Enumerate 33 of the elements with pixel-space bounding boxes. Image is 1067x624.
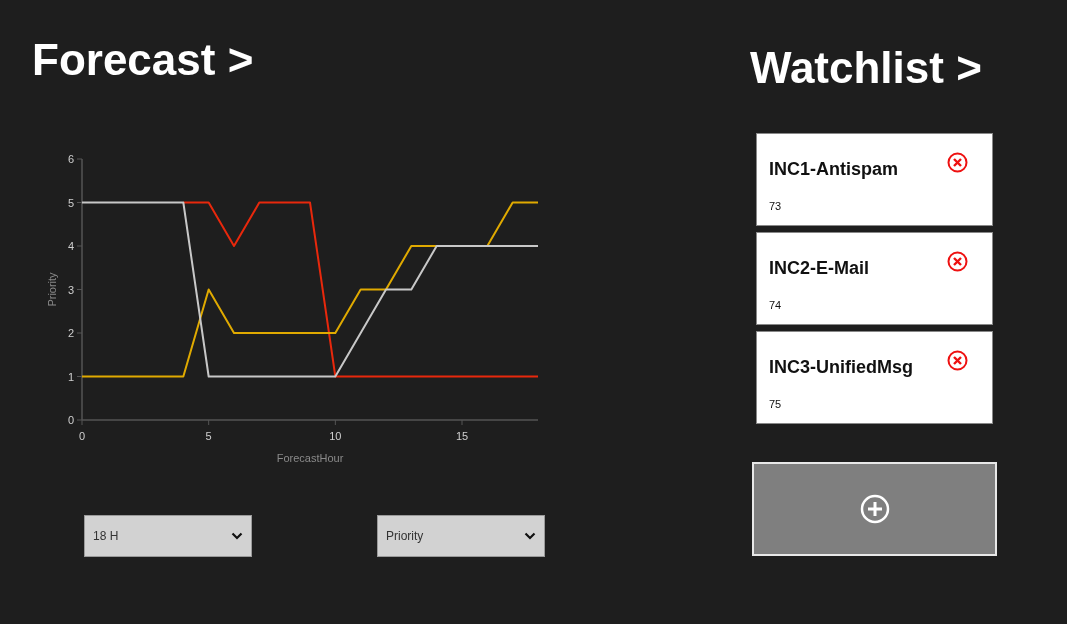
chevron-down-icon — [524, 532, 536, 540]
plus-circle-icon — [859, 494, 890, 524]
incident-number: 74 — [769, 298, 782, 313]
remove-icon[interactable] — [947, 350, 968, 371]
x-tick-label: 5 — [205, 430, 212, 442]
y-tick-label: 2 — [67, 327, 74, 339]
y-tick-label: 3 — [67, 283, 74, 296]
watchlist-card[interactable]: INC1-Antispam 73 — [756, 133, 993, 226]
dropdown[interactable]: Priority — [377, 515, 545, 557]
x-tick-label: 15 — [455, 430, 469, 442]
y-tick-label: 6 — [67, 153, 74, 165]
remove-icon[interactable] — [947, 251, 968, 272]
chevron-down-icon — [231, 532, 243, 540]
x-tick-label: 0 — [78, 430, 86, 442]
watchlist-card[interactable]: INC3-UnifiedMsg 75 — [756, 331, 993, 424]
incident-name: INC1-Antispam — [769, 158, 898, 180]
incident-number: 75 — [769, 397, 782, 412]
y-tick-label: 1 — [67, 370, 74, 383]
incident-name: INC2-E-Mail — [769, 257, 869, 279]
add-button[interactable] — [752, 462, 997, 556]
watchlist-card[interactable]: INC2-E-Mail 74 — [756, 232, 993, 325]
x-tick-label: 10 — [329, 430, 342, 442]
y-tick-label: 5 — [67, 196, 74, 209]
incident-number: 73 — [769, 199, 782, 214]
x-axis-title: ForecastHour — [276, 452, 344, 464]
y-tick-label: 0 — [67, 414, 74, 426]
watchlist-title[interactable]: Watchlist > — [750, 40, 982, 96]
forecast-title[interactable]: Forecast > — [32, 32, 254, 88]
y-tick-label: 4 — [67, 240, 74, 252]
y-axis-title: Priority — [46, 272, 58, 307]
dropdown[interactable]: 18 H — [84, 515, 252, 557]
incident-name: INC3-UnifiedMsg — [769, 356, 913, 378]
remove-icon[interactable] — [947, 152, 968, 173]
